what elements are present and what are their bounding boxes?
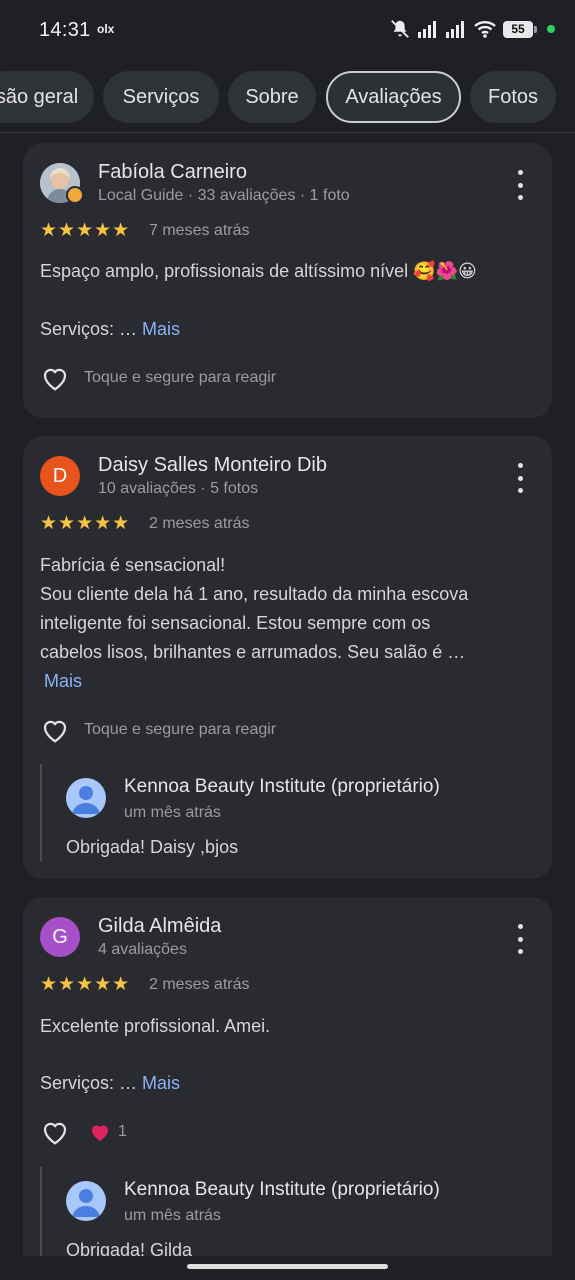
review-card: D Daisy Salles Monteiro Dib 10 avaliaçõe… [23,436,552,879]
battery-icon: 55 [503,20,537,38]
owner-reply-date: um mês atrás [124,1207,221,1224]
review-text-line: cabelos lisos, brilhantes e arrumados. S… [40,642,466,662]
review-text-line: Fabrícia é sensacional! [40,555,226,575]
review-services: Serviços: … Mais [40,315,535,344]
owner-reply: Kennoa Beauty Institute (proprietário) u… [40,1167,532,1267]
person-icon [72,1189,100,1217]
owner-avatar [66,778,106,818]
status-time: 14:31 [39,19,91,41]
review-text: Fabrícia é sensacional! Sou cliente dela… [40,551,535,696]
react-control[interactable]: Toque e segure para reagir [40,716,276,744]
reviewer-avatar[interactable]: G [40,917,80,957]
person-icon [72,786,100,814]
review-text-line: Sou cliente dela há 1 ano, resultado da … [40,584,469,604]
reviewer-meta: 10 avaliações · 5 fotos [98,480,259,497]
tab-services[interactable]: Serviços [103,71,219,123]
review-text: Excelente profissional. Amei. [40,1016,271,1036]
reviewer-meta: Local Guide · 33 avaliações · 1 foto [98,187,350,204]
react-control[interactable]: 1 [40,1118,127,1146]
place-tabs: são geral Serviços Sobre Avaliações Foto… [0,60,575,133]
privacy-indicator-icon [547,25,555,33]
heart-outline-icon [43,720,67,743]
rating-stars: ★★★★★ [40,974,131,995]
review-date: 2 meses atrás [149,515,250,532]
status-bar: 14:31 olx 55 [0,0,575,60]
more-options-icon[interactable] [510,924,530,954]
signal-icon-2 [446,21,464,38]
react-hint: Toque e segure para reagir [84,721,277,738]
services-label: Serviços: … [40,1073,138,1093]
olx-notification-icon: olx [97,22,115,36]
reaction-count-value: 1 [118,1123,127,1140]
reviewer-avatar[interactable]: D [40,456,80,496]
review-text: Espaço amplo, profissionais de altíssimo… [40,261,477,281]
status-icons: 55 [389,18,555,40]
rating-stars: ★★★★★ [40,513,131,534]
heart-outline-icon [43,368,67,391]
react-hint: Toque e segure para reagir [84,369,277,386]
more-link[interactable]: Mais [142,319,180,339]
owner-reply: Kennoa Beauty Institute (proprietário) u… [40,764,532,861]
heart-filled-icon [92,1125,108,1141]
owner-name: Kennoa Beauty Institute (proprietário) [124,1179,440,1200]
local-guide-badge-icon [66,186,84,204]
review-date: 7 meses atrás [149,222,250,239]
review-date: 2 meses atrás [149,976,250,993]
navigation-bar [0,1256,575,1280]
review-card: G Gilda Almêida 4 avaliações ★★★★★ 2 mes… [23,897,552,1267]
reviewer-name[interactable]: Gilda Almêida [98,915,221,938]
tab-reviews[interactable]: Avaliações [326,71,461,123]
heart-outline-icon [43,1122,67,1145]
owner-name: Kennoa Beauty Institute (proprietário) [124,776,440,797]
reviewer-name[interactable]: Daisy Salles Monteiro Dib [98,454,327,477]
reviewer-name[interactable]: Fabíola Carneiro [98,161,247,184]
owner-reply-text: Obrigada! Daisy ,bjos [66,837,239,857]
reaction-count[interactable]: 1 [88,1121,127,1143]
more-options-icon[interactable] [510,463,530,493]
signal-icon [418,21,436,38]
owner-reply-date: um mês atrás [124,804,221,821]
mute-icon [391,20,409,38]
tab-overview[interactable]: são geral [0,71,94,123]
rating-stars: ★★★★★ [40,220,131,241]
review-text-line: inteligente foi sensacional. Estou sempr… [40,613,431,633]
wifi-icon [474,21,496,38]
review-services: Serviços: … Mais [40,1069,535,1098]
more-link[interactable]: Mais [142,1073,180,1093]
tab-about[interactable]: Sobre [228,71,316,123]
reviewer-meta: 4 avaliações [98,941,187,958]
react-control[interactable]: Toque e segure para reagir [40,364,276,392]
owner-avatar [66,1181,106,1221]
services-label: Serviços: … [40,319,138,339]
home-gesture-handle[interactable] [187,1264,388,1269]
more-link[interactable]: Mais [44,671,82,691]
more-options-icon[interactable] [510,170,530,200]
review-card: Fabíola Carneiro Local Guide · 33 avalia… [23,143,552,418]
tab-photos[interactable]: Fotos [470,71,556,123]
